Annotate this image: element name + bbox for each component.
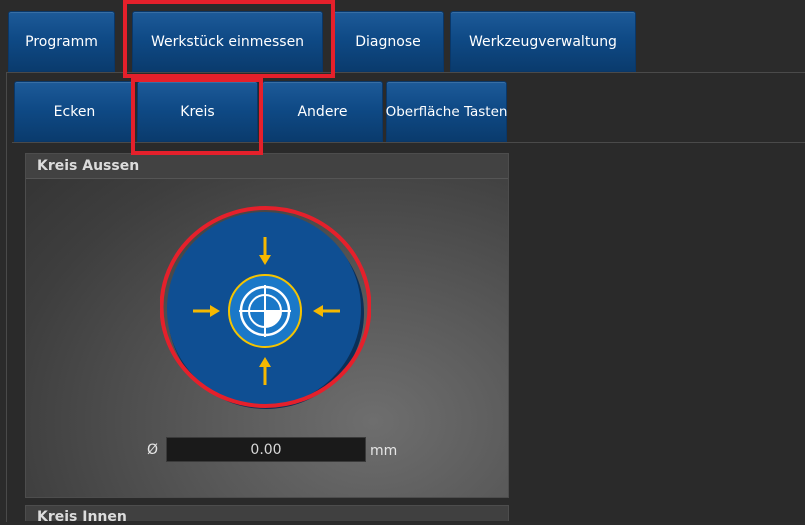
panel-header: Kreis Aussen xyxy=(26,154,508,179)
tab-programm[interactable]: Programm xyxy=(8,11,115,72)
tab-diagnose[interactable]: Diagnose xyxy=(332,11,444,72)
panel-title-inner: Kreis Innen xyxy=(37,509,127,525)
panel-kreis-innen: Kreis Innen xyxy=(25,505,509,525)
diameter-symbol: Ø xyxy=(147,442,159,458)
tab-werkzeugverwaltung[interactable]: Werkzeugverwaltung xyxy=(450,11,636,72)
circle-outside-probe-button[interactable] xyxy=(160,206,371,411)
panel-title: Kreis Aussen xyxy=(37,158,140,174)
subtab-ecken[interactable]: Ecken xyxy=(14,81,135,142)
unit-label: mm xyxy=(370,443,398,459)
subtab-andere[interactable]: Andere xyxy=(262,81,383,142)
diameter-input[interactable] xyxy=(166,437,366,462)
subtab-oberflaeche-tasten[interactable]: Oberfläche Tasten xyxy=(386,81,507,142)
target-icon xyxy=(228,274,302,348)
highlight-box-main-tab xyxy=(123,0,335,78)
highlight-box-sub-tab xyxy=(131,78,263,155)
